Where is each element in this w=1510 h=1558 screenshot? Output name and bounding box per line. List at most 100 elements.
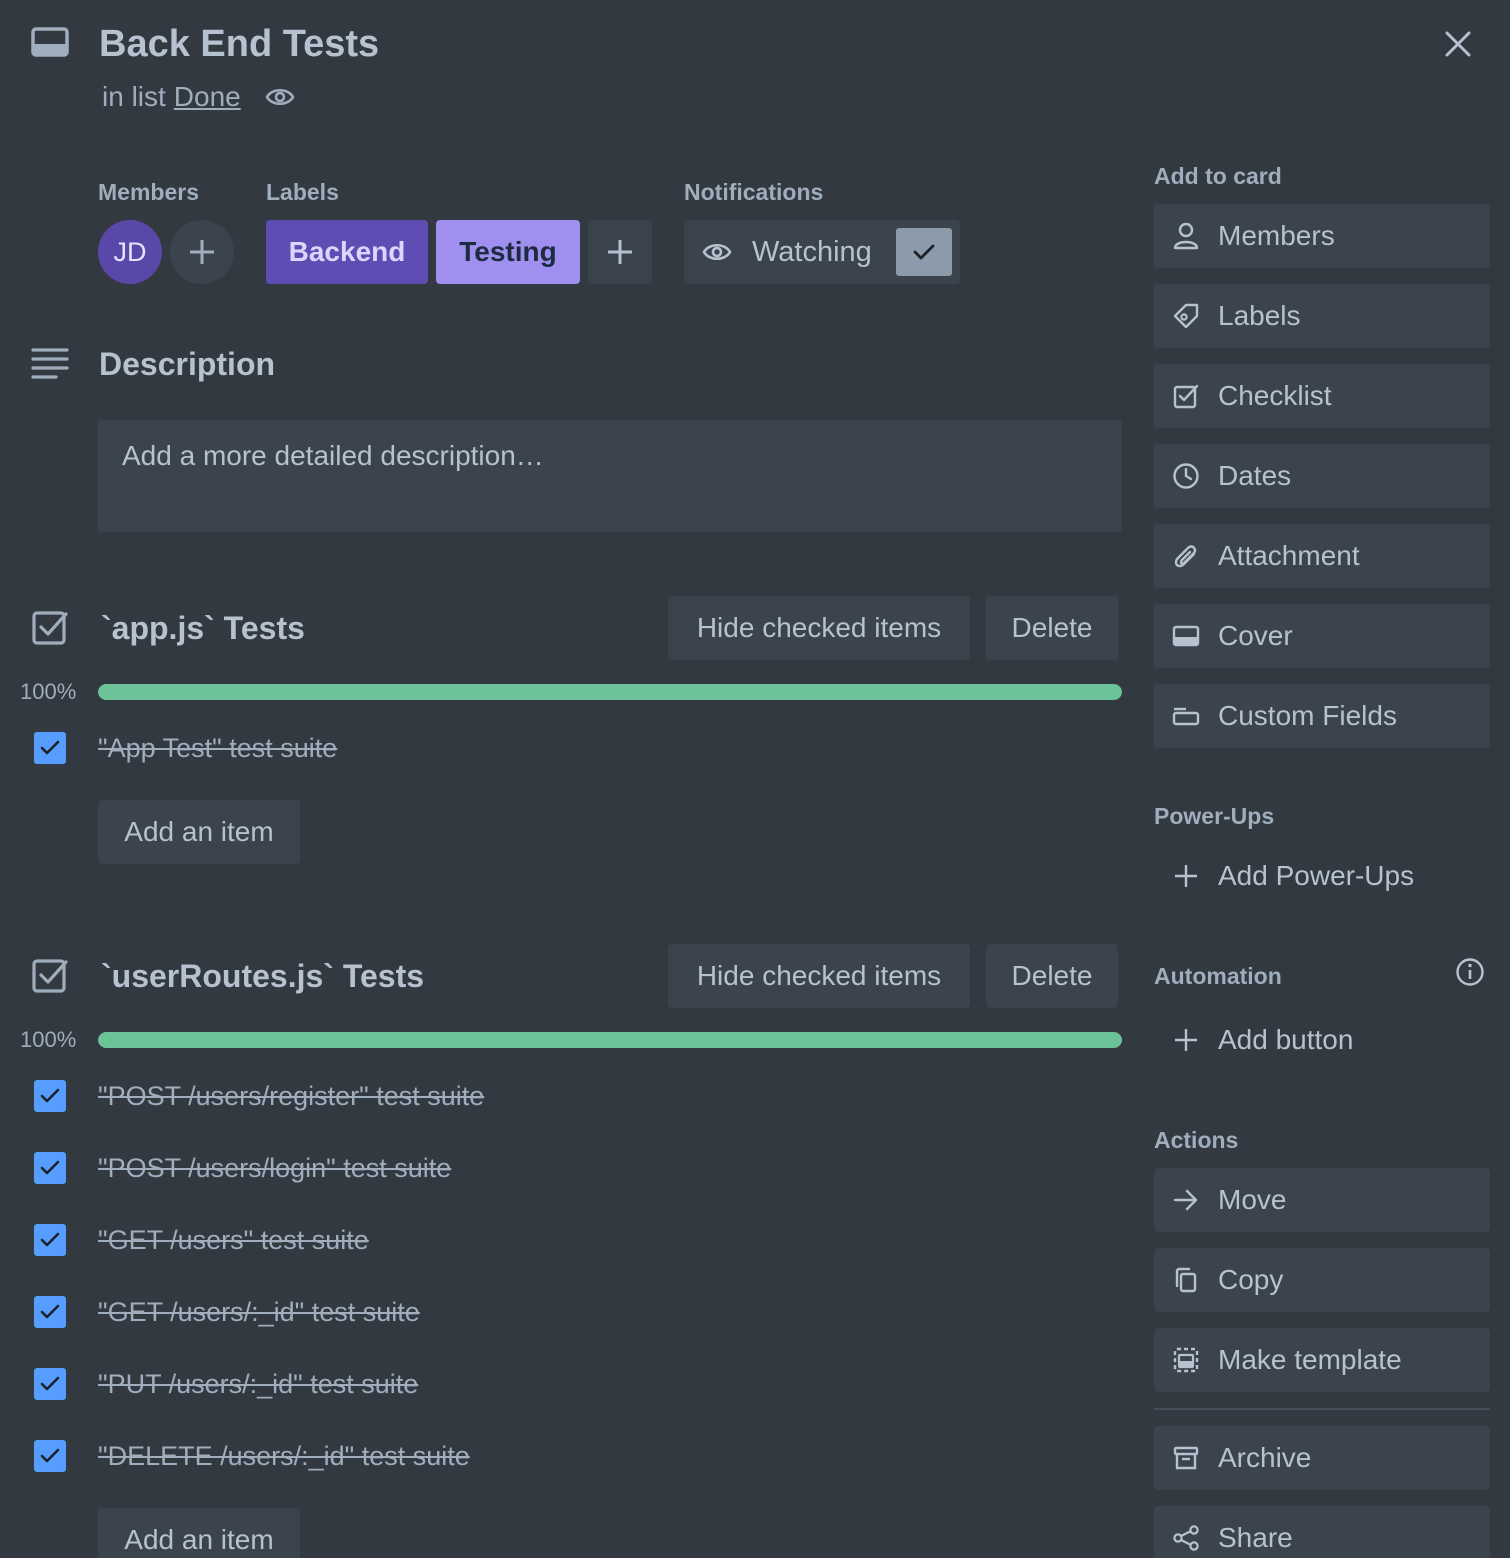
close-button[interactable] bbox=[1436, 22, 1480, 66]
paperclip-icon bbox=[1172, 542, 1200, 570]
dates-button-label: Dates bbox=[1218, 460, 1292, 491]
custom-fields-icon bbox=[1172, 702, 1200, 730]
arrow-right-icon bbox=[1172, 1186, 1200, 1214]
hide-checked-button[interactable]: Hide checked items bbox=[668, 596, 970, 660]
template-icon bbox=[1172, 1346, 1200, 1374]
description-heading: Description bbox=[99, 346, 276, 382]
checklist-item[interactable]: "POST /users/register" test suite bbox=[98, 1080, 484, 1112]
add-label-button[interactable] bbox=[588, 220, 652, 284]
actions-divider bbox=[1154, 1408, 1490, 1410]
check-icon bbox=[40, 1448, 60, 1463]
watch-button[interactable]: Watching bbox=[684, 220, 960, 284]
clock-icon bbox=[1172, 462, 1200, 490]
close-icon bbox=[1445, 31, 1471, 57]
progress-percent: 100% bbox=[20, 679, 77, 704]
plus-icon bbox=[190, 240, 214, 264]
share-button[interactable]: Share bbox=[1154, 1506, 1490, 1558]
members-heading: Members bbox=[98, 179, 199, 205]
person-icon bbox=[1172, 222, 1200, 250]
custom-fields-button[interactable]: Custom Fields bbox=[1154, 684, 1490, 748]
item-checkbox[interactable] bbox=[34, 1368, 66, 1400]
members-button-label: Members bbox=[1218, 220, 1335, 251]
label-backend[interactable]: Backend bbox=[266, 220, 428, 284]
labels-button-label: Labels bbox=[1218, 300, 1301, 331]
card-list-info: in list Done bbox=[102, 80, 295, 114]
add-item-button[interactable]: Add an item bbox=[98, 800, 300, 864]
checklist-item[interactable]: "POST /users/login" test suite bbox=[98, 1152, 451, 1184]
plus-icon bbox=[1172, 862, 1200, 890]
archive-button[interactable]: Archive bbox=[1154, 1426, 1490, 1490]
info-icon[interactable] bbox=[1450, 952, 1490, 992]
add-button-button[interactable]: Add button bbox=[1154, 1012, 1490, 1068]
list-link[interactable]: Done bbox=[174, 80, 241, 114]
progress-bar bbox=[98, 1032, 1122, 1048]
item-checkbox[interactable] bbox=[34, 1080, 66, 1112]
actions-heading: Actions bbox=[1154, 1127, 1239, 1153]
move-button-label: Move bbox=[1218, 1184, 1287, 1215]
make-template-button[interactable]: Make template bbox=[1154, 1328, 1490, 1392]
copy-button[interactable]: Copy bbox=[1154, 1248, 1490, 1312]
watch-label: Watching bbox=[752, 235, 872, 268]
watching-eye-icon bbox=[265, 85, 295, 109]
progress-bar bbox=[98, 684, 1122, 700]
checklist-icon bbox=[30, 956, 70, 996]
item-checkbox[interactable] bbox=[34, 732, 66, 764]
progress-percent: 100% bbox=[20, 1027, 77, 1052]
copy-icon bbox=[1172, 1266, 1200, 1294]
dates-button[interactable]: Dates bbox=[1154, 444, 1490, 508]
checklist-item[interactable]: "App Test" test suite bbox=[98, 732, 337, 764]
archive-button-label: Archive bbox=[1218, 1442, 1312, 1473]
hide-checked-button[interactable]: Hide checked items bbox=[668, 944, 970, 1008]
attachment-button-label: Attachment bbox=[1218, 540, 1360, 571]
share-icon bbox=[1172, 1524, 1200, 1552]
checklist-item[interactable]: "PUT /users/:_id" test suite bbox=[98, 1368, 418, 1400]
copy-button-label: Copy bbox=[1218, 1264, 1284, 1295]
members-button[interactable]: Members bbox=[1154, 204, 1490, 268]
check-icon bbox=[40, 740, 60, 755]
item-checkbox[interactable] bbox=[34, 1296, 66, 1328]
check-icon bbox=[896, 228, 952, 276]
add-to-card-heading: Add to card bbox=[1154, 163, 1282, 189]
delete-checklist-button[interactable]: Delete bbox=[986, 596, 1118, 660]
checklist-button[interactable]: Checklist bbox=[1154, 364, 1490, 428]
checklist-title[interactable]: `userRoutes.js` Tests bbox=[101, 956, 424, 996]
checklist-title[interactable]: `app.js` Tests bbox=[101, 608, 305, 648]
move-button[interactable]: Move bbox=[1154, 1168, 1490, 1232]
add-member-button[interactable] bbox=[170, 220, 234, 284]
add-power-ups-button[interactable]: Add Power-Ups bbox=[1154, 848, 1490, 904]
automation-heading: Automation bbox=[1154, 963, 1282, 989]
card-title[interactable]: Back End Tests bbox=[99, 20, 379, 68]
delete-checklist-button[interactable]: Delete bbox=[986, 944, 1118, 1008]
checklist-item[interactable]: "DELETE /users/:_id" test suite bbox=[98, 1440, 470, 1472]
checklist-button-label: Checklist bbox=[1218, 380, 1332, 411]
add-item-button[interactable]: Add an item bbox=[98, 1508, 300, 1558]
cover-button[interactable]: Cover bbox=[1154, 604, 1490, 668]
tag-icon bbox=[1172, 302, 1200, 330]
description-input[interactable]: Add a more detailed description… bbox=[98, 420, 1122, 532]
check-icon bbox=[40, 1088, 60, 1103]
attachment-button[interactable]: Attachment bbox=[1154, 524, 1490, 588]
checklist-item[interactable]: "GET /users" test suite bbox=[98, 1224, 369, 1256]
item-checkbox[interactable] bbox=[34, 1224, 66, 1256]
checklist-item[interactable]: "GET /users/:_id" test suite bbox=[98, 1296, 420, 1328]
avatar[interactable]: JD bbox=[98, 220, 162, 284]
labels-button[interactable]: Labels bbox=[1154, 284, 1490, 348]
cover-icon bbox=[1172, 622, 1200, 650]
item-checkbox[interactable] bbox=[34, 1152, 66, 1184]
checklist-icon bbox=[30, 608, 70, 648]
checklist-icon bbox=[1172, 382, 1200, 410]
archive-icon bbox=[1172, 1444, 1200, 1472]
custom-fields-button-label: Custom Fields bbox=[1218, 700, 1397, 731]
card-icon bbox=[30, 26, 70, 60]
progress-bar-fill bbox=[98, 684, 1122, 700]
list-prefix: in list bbox=[102, 81, 166, 112]
description-icon bbox=[30, 346, 70, 382]
labels-heading: Labels bbox=[266, 179, 339, 205]
check-icon bbox=[40, 1232, 60, 1247]
check-icon bbox=[40, 1376, 60, 1391]
add-power-ups-label: Add Power-Ups bbox=[1218, 860, 1415, 891]
check-icon bbox=[40, 1160, 60, 1175]
item-checkbox[interactable] bbox=[34, 1440, 66, 1472]
label-testing[interactable]: Testing bbox=[436, 220, 580, 284]
plus-icon bbox=[1172, 1026, 1200, 1054]
